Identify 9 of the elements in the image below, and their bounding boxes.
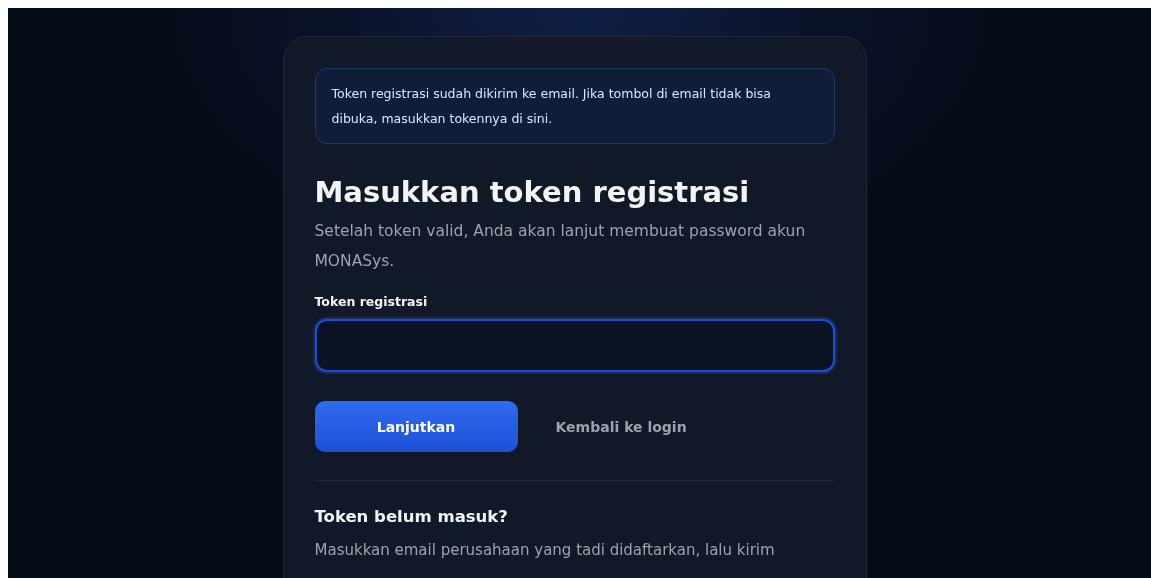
- section-heading: Token belum masuk?: [314, 507, 509, 526]
- info-notice: Token registrasi sudah dikirim ke email. Jika tombol di email tidak bisa dibuka, masukkan tokennya di sini.: [314, 68, 835, 144]
- field-label: Token registrasi: [314, 294, 429, 309]
- subtitle: Setelah token valid, Anda akan lanjut membuat password akun MONASys.: [314, 221, 807, 272]
- page-title: Masukkan token registrasi: [314, 174, 751, 211]
- back-to-login-link[interactable]: Kembali ke login: [555, 418, 687, 435]
- section-text: Masukkan email perusahaan yang tadi didaftarkan, lalu kirim: [314, 540, 776, 561]
- continue-button[interactable]: Lanjutkan: [314, 401, 518, 452]
- token-input-field[interactable]: [314, 319, 835, 372]
